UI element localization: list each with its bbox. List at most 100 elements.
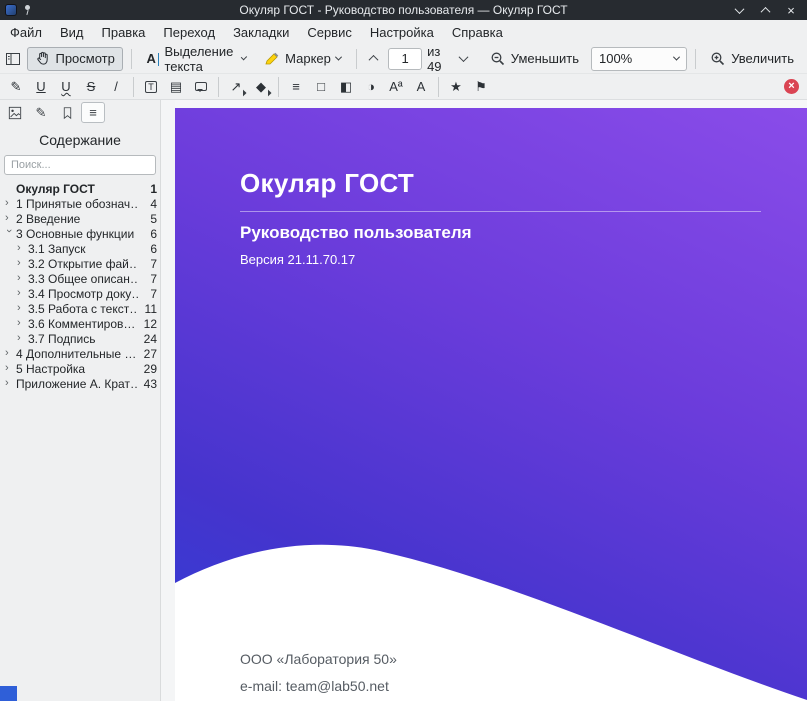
- menu-tools[interactable]: Сервис: [307, 25, 352, 40]
- toc-item[interactable]: 3.3 Общее описан… 7: [0, 271, 160, 286]
- page-number-input[interactable]: [388, 48, 422, 70]
- expander-icon[interactable]: [17, 273, 28, 284]
- pin-icon: ⚑: [475, 79, 487, 95]
- chevron-down-icon: [673, 54, 680, 61]
- toc-item[interactable]: 1 Принятые обознач… 4: [0, 196, 160, 211]
- annotation-toolbar: ✎ U U S / T ▤ ↗ ◆ ≡ □ ◧ ◑ Aª A ★ ⚑ ×: [0, 74, 807, 100]
- toc-item[interactable]: 3.6 Комментиров… 12: [0, 316, 160, 331]
- splitter-handle[interactable]: [161, 100, 175, 701]
- toggle-sidebar-button[interactable]: [4, 47, 22, 71]
- main-toolbar: Просмотр A Выделение текста Маркер из 49…: [0, 44, 807, 74]
- toc-item[interactable]: 4 Дополнительные … 27: [0, 346, 160, 361]
- expander-icon[interactable]: [5, 213, 16, 224]
- next-page-button[interactable]: [454, 47, 472, 71]
- expander-icon[interactable]: [17, 288, 28, 299]
- stamp-button[interactable]: ★: [445, 76, 467, 97]
- toc-item[interactable]: 3.1 Запуск 6: [0, 241, 160, 256]
- toc-item[interactable]: 5 Настройка 29: [0, 361, 160, 376]
- typewriter-button[interactable]: T: [140, 76, 162, 97]
- maximize-icon: [760, 6, 770, 16]
- marker-tool-label: Маркер: [285, 51, 331, 66]
- opacity-button[interactable]: ◑: [360, 76, 382, 97]
- menu-bookmarks[interactable]: Закладки: [233, 25, 289, 40]
- arrow-tool-button[interactable]: ↗: [225, 76, 247, 97]
- document-viewport[interactable]: Окуляр ГОСТ Руководство пользователя Вер…: [175, 100, 807, 701]
- toc-item[interactable]: 3.4 Просмотр доку… 7: [0, 286, 160, 301]
- font-size-button[interactable]: Aª: [385, 76, 407, 97]
- expander-icon[interactable]: [17, 243, 28, 254]
- sidebar-tabs: ✎ ≡: [0, 100, 160, 123]
- expander-icon[interactable]: [5, 378, 16, 389]
- chevron-down-icon: [240, 54, 246, 60]
- straight-line-button[interactable]: /: [105, 76, 127, 97]
- expander-icon[interactable]: [5, 348, 16, 359]
- strikeout-button[interactable]: S: [80, 76, 102, 97]
- menu-edit[interactable]: Правка: [102, 25, 146, 40]
- app-icon: [5, 4, 17, 16]
- thumbnails-icon: [8, 106, 22, 120]
- line-width-button[interactable]: ≡: [285, 76, 307, 97]
- typewriter-icon: T: [145, 81, 157, 93]
- popup-note-button[interactable]: [190, 76, 212, 97]
- expander-icon[interactable]: [17, 333, 28, 344]
- tab-contents[interactable]: ≡: [81, 102, 105, 123]
- expander-icon[interactable]: [17, 303, 28, 314]
- line-width-icon: ≡: [292, 79, 300, 94]
- font-size-icon: Aª: [389, 79, 402, 94]
- close-button[interactable]: ×: [784, 3, 798, 17]
- menu-file[interactable]: Файл: [10, 25, 42, 40]
- fill-color-button[interactable]: ◧: [335, 76, 357, 97]
- font-button[interactable]: A: [410, 76, 432, 97]
- page-total-label: из 49: [427, 44, 449, 74]
- menu-settings[interactable]: Настройка: [370, 25, 434, 40]
- tab-thumbnails[interactable]: [3, 102, 27, 123]
- cover-title: Окуляр ГОСТ: [240, 168, 414, 199]
- toc-search-input[interactable]: [4, 155, 156, 175]
- text-selection-button[interactable]: A Выделение текста: [140, 47, 253, 71]
- freehand-highlighter-button[interactable]: ✎: [5, 76, 27, 97]
- zoom-out-label: Уменьшить: [511, 51, 579, 66]
- toc-item[interactable]: 3.5 Работа с текст… 11: [0, 301, 160, 316]
- menu-view[interactable]: Вид: [60, 25, 84, 40]
- sidebar-header: Содержание: [0, 132, 160, 148]
- minimize-icon: [734, 4, 744, 14]
- browse-tool-button[interactable]: Просмотр: [27, 47, 122, 71]
- pin-toolbar-button[interactable]: ⚑: [470, 76, 492, 97]
- toc-item[interactable]: 3.7 Подпись 24: [0, 331, 160, 346]
- toc-item[interactable]: 2 Введение 5: [0, 211, 160, 226]
- inline-note-button[interactable]: ▤: [165, 76, 187, 97]
- zoom-level-combobox[interactable]: 100%: [591, 47, 687, 71]
- expander-icon[interactable]: [3, 229, 14, 240]
- shape-tool-button[interactable]: ◆: [250, 76, 272, 97]
- toc-item[interactable]: 3 Основные функции 6: [0, 226, 160, 241]
- underline-button[interactable]: U: [30, 76, 52, 97]
- marker-tool-button[interactable]: Маркер: [257, 47, 348, 71]
- close-annotation-toolbar-button[interactable]: ×: [784, 79, 799, 94]
- chevron-down-icon: [335, 54, 342, 61]
- maximize-button[interactable]: [758, 3, 772, 17]
- cover-company: ООО «Лаборатория 50»: [240, 651, 397, 667]
- zoom-in-button[interactable]: Увеличить: [703, 47, 801, 71]
- toc-item[interactable]: Окуляр ГОСТ 1: [0, 181, 160, 196]
- tab-bookmarks[interactable]: [55, 102, 79, 123]
- squiggle-button[interactable]: U: [55, 76, 77, 97]
- previous-page-button[interactable]: [365, 47, 383, 71]
- menu-help[interactable]: Справка: [452, 25, 503, 40]
- cover-wave-shape: [175, 536, 807, 701]
- expander-icon[interactable]: [5, 198, 16, 209]
- zoom-in-icon: [710, 51, 726, 67]
- tab-annotations[interactable]: ✎: [29, 102, 53, 123]
- minimize-button[interactable]: [732, 3, 746, 17]
- expander-icon[interactable]: [5, 363, 16, 374]
- rectangle-button[interactable]: □: [310, 76, 332, 97]
- separator: [695, 49, 696, 69]
- toc-item[interactable]: Приложение А. Крат… 43: [0, 376, 160, 391]
- zoom-out-button[interactable]: Уменьшить: [483, 47, 586, 71]
- toc-item[interactable]: 3.2 Открытие фай… 7: [0, 256, 160, 271]
- menu-go[interactable]: Переход: [163, 25, 215, 40]
- sidebar-icon: [5, 51, 21, 67]
- expander-icon[interactable]: [17, 258, 28, 269]
- zoom-level-value: 100%: [599, 51, 632, 66]
- expander-icon[interactable]: [17, 318, 28, 329]
- table-of-contents: Окуляр ГОСТ 1 1 Принятые обознач… 4 2 Вв…: [0, 181, 160, 391]
